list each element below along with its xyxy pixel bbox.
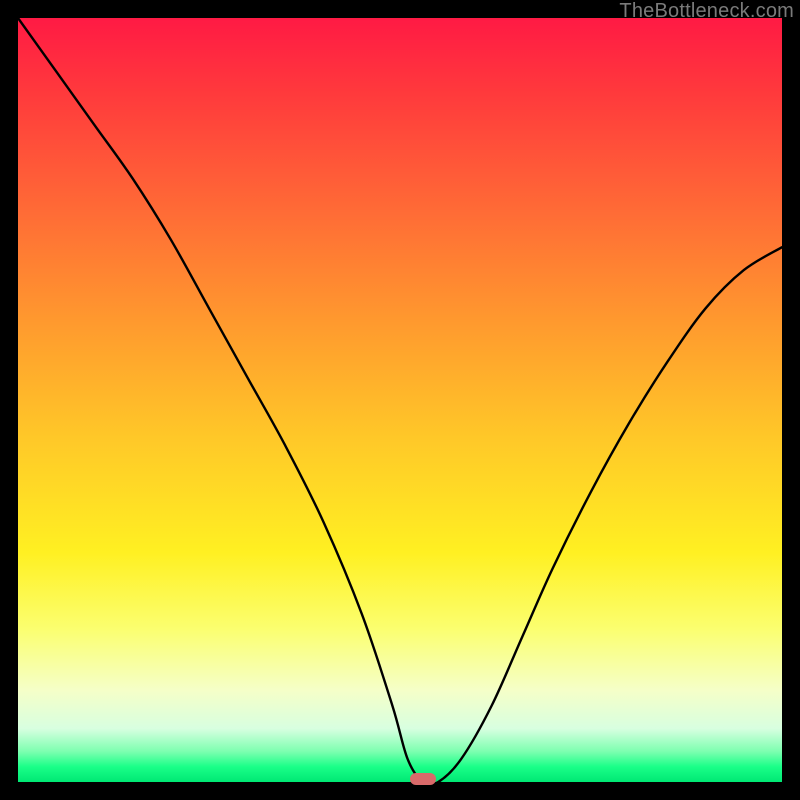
min-marker xyxy=(410,773,436,785)
chart-frame: TheBottleneck.com xyxy=(0,0,800,800)
bottleneck-curve xyxy=(18,18,782,782)
watermark-text: TheBottleneck.com xyxy=(619,0,794,23)
plot-area xyxy=(18,18,782,782)
